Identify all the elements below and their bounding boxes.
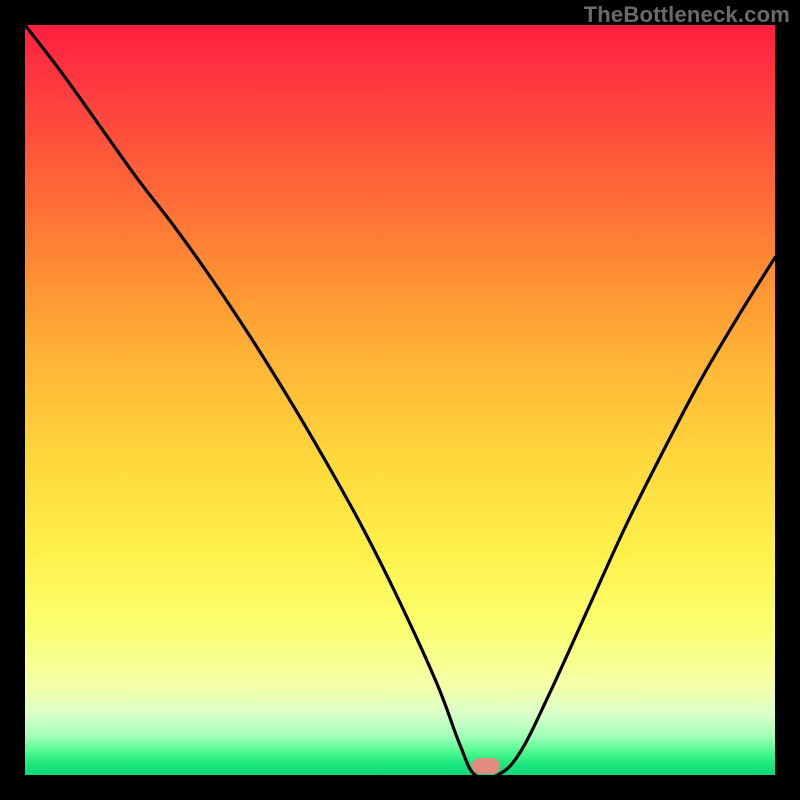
chart-frame: TheBottleneck.com — [0, 0, 800, 800]
plot-area — [25, 25, 775, 775]
attribution-text: TheBottleneck.com — [584, 2, 790, 28]
bottleneck-curve — [25, 25, 775, 775]
bottleneck-marker — [472, 758, 500, 774]
